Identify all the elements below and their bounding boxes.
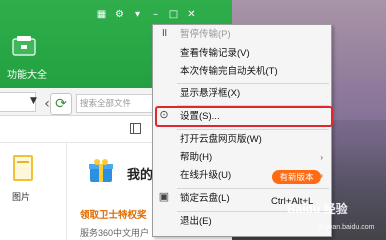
menu-item-label: 打开云盘网页版(W) [180,134,262,145]
menu-item-label: 暂停传输(P) [180,29,231,40]
menu-item-float-window[interactable]: 显示悬浮框(X) [153,85,331,103]
promo-link[interactable]: 领取卫士特权奖 [80,207,147,221]
promo-subtext: 服务360中文用户 [80,228,150,238]
menu-dropdown-icon[interactable]: ▾ [132,9,143,21]
minimize-icon[interactable]: – [150,9,161,21]
search-input[interactable]: 搜索全部文件 [76,94,156,113]
functions-icon[interactable] [12,36,36,58]
skin-icon[interactable]: ▦ [96,9,107,21]
panel-title: 我的 [127,167,154,182]
pause-icon: ॥ [160,27,168,39]
lock-icon: ▣ [158,191,170,203]
menu-item-auto-shutdown[interactable]: 本次传输完自动关机(T) [153,63,331,81]
menu-separator [177,83,329,84]
window-controls: ▦ ⚙ ▾ – □ ✕ [96,9,197,21]
menu-item-view-history[interactable]: 查看传输记录(V) [153,45,331,63]
highlight-annotation [155,106,333,127]
watermark-url: jingyan.baidu.com [318,224,375,231]
settings-gear-icon[interactable]: ⚙ [114,9,125,21]
menu-item-label: 显示悬浮框(X) [180,88,241,99]
new-version-badge[interactable]: 有新版本 [272,170,321,184]
maximize-icon[interactable]: □ [168,9,179,21]
menu-item-label: 在线升级(U) [180,170,232,181]
menu-item-label: 锁定云盘(L) [180,193,230,204]
close-icon[interactable]: ✕ [186,9,197,21]
folder-label[interactable]: 图片 [12,190,30,203]
gift-icon [89,159,113,182]
functions-label[interactable]: 功能大全 [7,66,47,81]
menu-item-label: 本次传输完自动关机(T) [180,66,278,77]
menu-separator [177,188,329,189]
chevron-right-icon: › [320,153,323,162]
view-mode-icon[interactable] [130,123,141,134]
menu-item-label: 帮助(H) [180,152,213,163]
refresh-icon[interactable]: ⟳ [50,93,72,115]
folder-icon[interactable] [11,153,35,183]
menu-item-help[interactable]: 帮助(H) › [153,149,331,167]
menu-item-label: 查看传输记录(V) [180,48,250,59]
menu-item-label: 退出(E) [180,216,212,227]
menu-item-web-version[interactable]: 打开云盘网页版(W) [153,131,331,149]
menu-separator [177,129,329,130]
chevron-down-icon[interactable]: ▼ [30,96,37,106]
menu-item-pause-transfer[interactable]: ॥ 暂停传输(P) [153,26,331,44]
